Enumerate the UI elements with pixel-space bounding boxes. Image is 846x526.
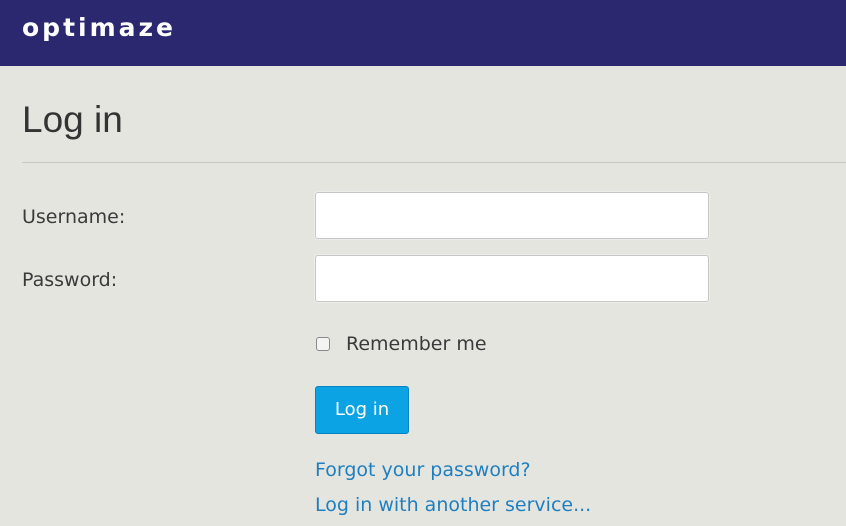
top-header-bar: optimaze bbox=[0, 0, 846, 66]
other-service-login-link[interactable]: Log in with another service... bbox=[315, 493, 591, 517]
username-field[interactable] bbox=[315, 192, 709, 239]
login-button[interactable]: Log in bbox=[315, 386, 409, 434]
optimaze-logo[interactable]: optimaze bbox=[22, 12, 176, 44]
remember-me-label[interactable]: Remember me bbox=[346, 332, 487, 356]
forgot-password-link[interactable]: Forgot your password? bbox=[315, 458, 531, 482]
password-label: Password: bbox=[22, 269, 118, 291]
page-title: Log in bbox=[22, 99, 123, 140]
password-field[interactable] bbox=[315, 255, 709, 302]
title-divider bbox=[22, 162, 846, 163]
remember-me-checkbox[interactable] bbox=[316, 337, 330, 351]
remember-me-row: Remember me bbox=[315, 331, 487, 357]
username-label: Username: bbox=[22, 206, 126, 228]
